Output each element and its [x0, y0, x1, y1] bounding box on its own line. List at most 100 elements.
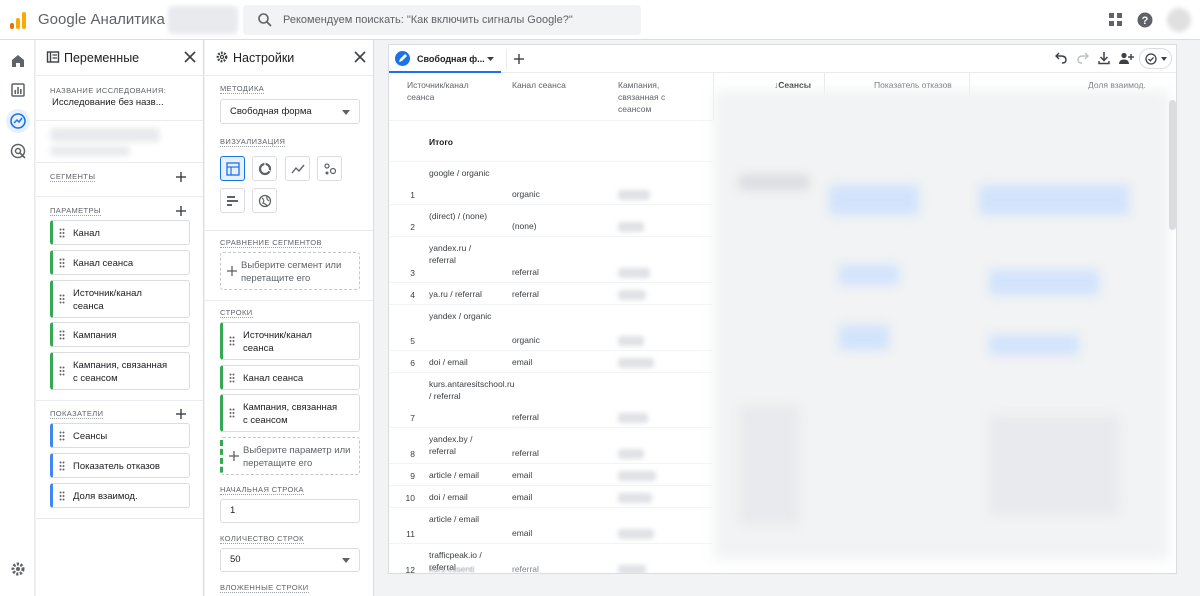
reports-icon[interactable] [9, 81, 27, 99]
advertising-icon[interactable] [9, 142, 27, 160]
col-header-campaign[interactable]: Кампания, связанная с сеансом [618, 79, 698, 115]
drag-handle-icon[interactable] [229, 373, 235, 383]
drag-handle-icon[interactable] [59, 366, 65, 376]
drag-handle-icon[interactable] [229, 408, 235, 418]
segment-drop-zone[interactable]: Выберите сегмент или перетащите его [220, 252, 360, 290]
add-dimension-plus-icon[interactable] [175, 205, 187, 217]
row-dimension-chip[interactable]: Канал сеанса [220, 365, 360, 390]
donut-viz-button[interactable] [252, 156, 277, 181]
table-row[interactable]: 9 article / email email [389, 464, 713, 486]
add-tab-button[interactable] [506, 49, 530, 69]
cell-source: doi / email [429, 357, 468, 367]
metric-label: Показатель отказов [73, 461, 160, 472]
share-user-icon[interactable] [1118, 51, 1134, 65]
apps-grid-icon[interactable] [1107, 11, 1125, 29]
table-row[interactable]: 8 yandex.by / referral referral [389, 428, 713, 464]
table-row[interactable]: 2 (direct) / (none) (none) [389, 205, 713, 237]
close-icon[interactable] [183, 50, 197, 64]
exploration-name[interactable]: Исследование без назв... [52, 97, 164, 108]
metric-blur-cell [989, 415, 1119, 515]
scatter-viz-button[interactable] [317, 156, 342, 181]
row-divider [389, 120, 713, 121]
metric-chip[interactable]: Показатель отказов [50, 453, 190, 478]
drag-handle-icon[interactable] [59, 294, 65, 304]
redo-icon[interactable] [1076, 51, 1090, 65]
table-row[interactable]: 5 yandex / organic organic [389, 305, 713, 351]
download-icon[interactable] [1097, 51, 1111, 65]
date-range-sub [50, 146, 130, 156]
row-index: 12 [405, 565, 415, 574]
app-title[interactable]: Google Аналитика [38, 11, 165, 28]
exploration-name-label: НАЗВАНИЕ ИССЛЕДОВАНИЯ: [50, 86, 167, 95]
drag-handle-icon[interactable] [59, 461, 65, 471]
table-row[interactable]: 1 google / organic organic [389, 162, 713, 205]
drag-handle-icon[interactable] [59, 258, 65, 268]
cell-channel: email [512, 528, 533, 538]
search-bar[interactable]: Рекомендуем поискать: "Как включить сигн… [243, 5, 641, 35]
table-row[interactable]: 7 kurs.antaresitschool.ru / referral refer… [389, 373, 713, 428]
dimension-chip[interactable]: Канал [50, 220, 190, 245]
segments-label: СЕГМЕНТЫ [50, 172, 96, 182]
analytics-logo-icon[interactable] [10, 11, 28, 29]
row-dimension-chip[interactable]: Кампания, связанная с сеансом [220, 394, 360, 432]
avatar[interactable] [1167, 8, 1191, 32]
explore-icon[interactable] [9, 112, 27, 130]
search-placeholder: Рекомендуем поискать: "Как включить сигн… [283, 14, 573, 26]
chevron-down-icon[interactable] [487, 57, 494, 61]
drag-handle-icon[interactable] [229, 336, 235, 346]
table-row[interactable]: 10 doi / email email [389, 486, 713, 508]
row-index: 7 [410, 413, 415, 423]
col-header-channel[interactable]: Канал сеанса [512, 79, 566, 91]
drag-handle-icon[interactable] [59, 228, 65, 238]
row-count-select[interactable]: 50 [220, 548, 360, 572]
table-row[interactable]: 6 doi / email email [389, 351, 713, 373]
metric-chip[interactable]: Сеансы [50, 423, 190, 448]
dimension-chip[interactable]: Источник/канал сеанса [50, 280, 190, 318]
metric-blur-cell [839, 325, 889, 350]
undo-icon[interactable] [1054, 51, 1068, 65]
divider [36, 400, 203, 401]
home-icon[interactable] [9, 52, 27, 70]
divider [36, 196, 203, 197]
bar-chart-icon [227, 196, 238, 206]
table-row[interactable]: 4 ya.ru / referral referral [389, 283, 713, 305]
drag-handle-icon[interactable] [59, 431, 65, 441]
close-icon[interactable] [353, 50, 367, 64]
svg-text:?: ? [1142, 15, 1149, 27]
table-viz-button[interactable] [220, 156, 245, 181]
dimension-chip[interactable]: Канал сеанса [50, 250, 190, 275]
bar-viz-button[interactable] [220, 188, 245, 213]
status-check-dropdown[interactable] [1139, 48, 1172, 69]
dimension-chip[interactable]: Кампания, связанная с сеансом [50, 352, 190, 390]
date-range[interactable] [50, 128, 160, 142]
settings-header: Настройки [205, 40, 373, 76]
table-row[interactable]: 11 article / email email [389, 508, 713, 544]
cell-campaign-blurred [618, 449, 644, 459]
report-canvas: Свободная ф... Источник/канал сеанса Кан… [388, 44, 1177, 574]
technique-select[interactable]: Свободная форма [220, 99, 360, 124]
row-index: 5 [410, 336, 415, 346]
row-index: 3 [410, 268, 415, 278]
add-segment-plus-icon[interactable] [175, 171, 187, 183]
start-row-input[interactable]: 1 [220, 499, 360, 523]
cell-source: ya.ru / referral [429, 289, 482, 299]
dimension-chip[interactable]: Кампания [50, 322, 190, 347]
row-drop-zone[interactable]: Выберите параметр или перетащите его [220, 437, 360, 475]
drag-handle-icon[interactable] [59, 330, 65, 340]
add-metric-plus-icon[interactable] [175, 408, 187, 420]
row-dimension-chip[interactable]: Источник/канал сеанса [220, 322, 360, 360]
vertical-scrollbar[interactable] [1169, 100, 1176, 230]
drag-handle-icon[interactable] [59, 491, 65, 501]
help-icon[interactable]: ? [1136, 11, 1154, 29]
tab-freeform[interactable]: Свободная ф... [389, 45, 501, 73]
cell-campaign-blurred [618, 290, 646, 300]
nested-rows-label: ВЛОЖЕННЫЕ СТРОКИ [220, 583, 309, 593]
geo-viz-button[interactable] [252, 188, 277, 213]
account-selector[interactable] [168, 6, 238, 34]
col-header-source[interactable]: Источник/канал сеанса [407, 79, 497, 103]
line-viz-button[interactable] [285, 156, 310, 181]
settings-icon[interactable] [9, 560, 27, 578]
metric-chip[interactable]: Доля взаимод. [50, 483, 190, 508]
technique-label: МЕТОДИКА [220, 84, 265, 94]
table-row[interactable]: 3 yandex.ru / referral referral [389, 237, 713, 283]
